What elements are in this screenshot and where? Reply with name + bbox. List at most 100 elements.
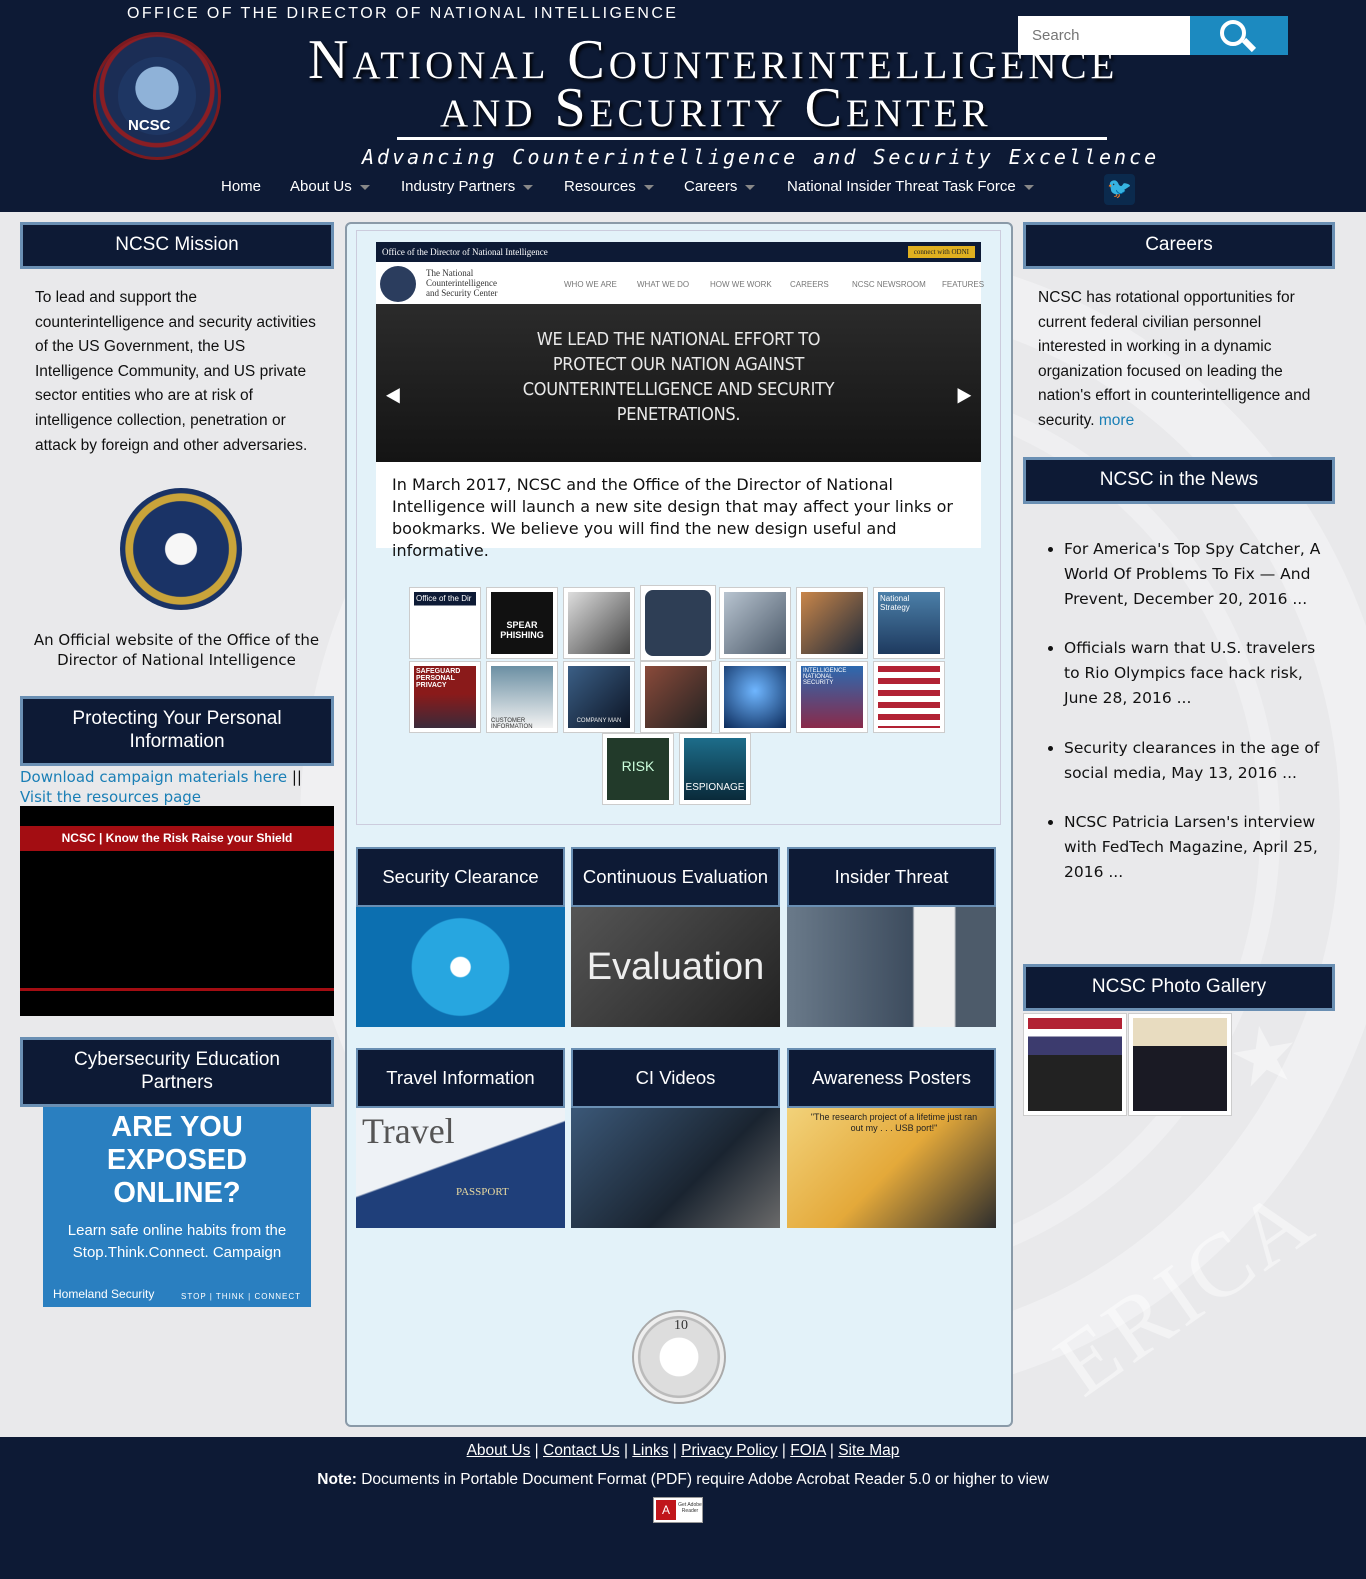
pdf-note: Note: Documents in Portable Document For… (0, 1471, 1366, 1489)
thumbnail[interactable]: SAFEGUARD PERSONAL PRIVACY (409, 661, 481, 733)
slider-prev-icon[interactable]: ◀ (386, 382, 400, 407)
thumb-image (724, 592, 786, 654)
footer-privacy-policy[interactable]: Privacy Policy (681, 1442, 777, 1459)
title-divider (397, 137, 1107, 140)
thumb-image: INTELLIGENCE NATIONAL SECURITY (801, 666, 863, 728)
gallery-photo[interactable] (1023, 1013, 1127, 1116)
thumb-image: SPEAR PHISHING (491, 592, 553, 654)
photo-gallery-heading: NCSC Photo Gallery (1023, 964, 1335, 1011)
nav-industry-partners[interactable]: Industry Partners (401, 178, 534, 195)
thumbnail[interactable] (719, 587, 791, 659)
footer-site-map[interactable]: Site Map (838, 1442, 899, 1459)
twitter-icon[interactable]: 🐦 (1104, 174, 1135, 205)
nav-home[interactable]: Home (221, 178, 261, 195)
thumb-image: RISK (607, 738, 669, 800)
slide-nav-item: HOW WE WORK (710, 280, 772, 289)
footer-contact-us[interactable]: Contact Us (543, 1442, 620, 1459)
thumbnail[interactable]: INTELLIGENCE NATIONAL SECURITY (796, 661, 868, 733)
thumbnail[interactable] (719, 661, 791, 733)
resources-page-link[interactable]: Visit the resources page (20, 788, 201, 806)
nav-home-label: Home (221, 178, 262, 195)
careers-description: NCSC has rotational opportunities for cu… (1038, 289, 1311, 429)
search-input[interactable] (1018, 16, 1190, 55)
gallery-image (1028, 1018, 1122, 1111)
gallery-photo[interactable] (1128, 1013, 1232, 1116)
note-text: Documents in Portable Document Format (P… (361, 1471, 1049, 1488)
thumbnail[interactable]: CUSTOMER INFORMATION (486, 661, 558, 733)
featured-slide[interactable]: Office of the Director of National Intel… (376, 242, 985, 560)
gallery-image (1133, 1018, 1227, 1111)
tile-continuous-evaluation[interactable]: Continuous Evaluation (571, 847, 780, 907)
tile-travel-information[interactable]: Travel Information (356, 1048, 565, 1108)
news-item[interactable]: For America's Top Spy Catcher, A World O… (1064, 537, 1324, 611)
chevron-down-icon (1023, 184, 1034, 190)
odni-seal[interactable] (120, 488, 242, 610)
odni-label: OFFICE OF THE DIRECTOR OF NATIONAL INTEL… (127, 5, 679, 22)
link-separator: || (291, 768, 302, 786)
stop-think-connect-ad[interactable]: ARE YOU EXPOSED ONLINE? Learn safe onlin… (43, 1107, 311, 1307)
slide-logo (380, 266, 416, 302)
slide-hero-text: WE LEAD THE NATIONAL EFFORT TO PROTECT O… (522, 329, 835, 425)
dhs-label: Homeland Security (53, 1287, 155, 1301)
slide-site-name: The National Counterintelligence and Sec… (426, 268, 498, 298)
thumbnail[interactable]: National Strategy (873, 587, 945, 659)
nav-insider-threat-task-force[interactable]: National Insider Threat Task Force (787, 178, 1034, 195)
thumbnail[interactable] (640, 585, 716, 661)
thumbnail[interactable] (796, 587, 868, 659)
search-box (1018, 16, 1288, 55)
thumbnail[interactable]: Office of the Dir (409, 587, 481, 659)
nav-careers[interactable]: Careers (684, 178, 756, 195)
travel-image-text: Travel (362, 1111, 455, 1151)
footer-foia[interactable]: FOIA (790, 1442, 825, 1459)
slide-top-bar: Office of the Director of National Intel… (376, 242, 981, 262)
slide-hero: ◀ WE LEAD THE NATIONAL EFFORT TO PROTECT… (376, 304, 981, 462)
slider-next-icon[interactable]: ▶ (957, 382, 971, 407)
poster-quote: "The research project of a lifetime just… (810, 1112, 978, 1133)
careers-more-link[interactable]: more (1099, 412, 1134, 429)
security-clearance-image[interactable] (356, 907, 565, 1027)
ad-footer: Homeland Security STOP | THINK | CONNECT (53, 1287, 301, 1301)
tile-security-clearance[interactable]: Security Clearance (356, 847, 565, 907)
site-footer: About Us | Contact Us | Links | Privacy … (0, 1437, 1366, 1579)
thumbnail[interactable]: COMPANY MAN (563, 661, 635, 733)
nav-resources[interactable]: Resources (564, 178, 654, 195)
adobe-reader-button[interactable]: A Get Adobe Reader (653, 1497, 703, 1523)
news-item[interactable]: NCSC Patricia Larsen's interview with Fe… (1064, 810, 1324, 884)
footer-links-page[interactable]: Links (632, 1442, 668, 1459)
tile-ci-videos[interactable]: CI Videos (571, 1048, 780, 1108)
travel-information-image[interactable]: Travel PASSPORT (356, 1108, 565, 1228)
careers-text: NCSC has rotational opportunities for cu… (1038, 286, 1328, 434)
slide-top-text: Office of the Director of National Intel… (382, 247, 548, 257)
news-item[interactable]: Officials warn that U.S. travelers to Ri… (1064, 636, 1324, 710)
insider-threat-image[interactable] (787, 907, 996, 1027)
chevron-down-icon (359, 184, 370, 190)
site-header: OFFICE OF THE DIRECTOR OF NATIONAL INTEL… (0, 0, 1366, 212)
continuous-evaluation-image[interactable]: Evaluation (571, 907, 780, 1027)
thumbnail[interactable] (563, 587, 635, 659)
search-button[interactable] (1190, 16, 1288, 55)
tile-insider-threat[interactable]: Insider Threat (787, 847, 996, 907)
campaign-video[interactable]: NCSC | Know the Risk Raise your Shield (20, 806, 334, 1016)
thumbnail[interactable] (873, 661, 945, 733)
careers-heading: Careers (1023, 222, 1335, 269)
thumb-label: National Strategy (880, 594, 910, 612)
thumbnail[interactable]: RISK (602, 733, 674, 805)
thumbnail[interactable] (640, 661, 712, 733)
download-campaign-link[interactable]: Download campaign materials here (20, 768, 287, 786)
thumbnail[interactable]: SPEAR PHISHING (486, 587, 558, 659)
ci-videos-image[interactable] (571, 1108, 780, 1228)
news-list: For America's Top Spy Catcher, A World O… (1044, 537, 1324, 910)
slide-nav-item: FEATURES (942, 280, 985, 289)
awareness-posters-image[interactable]: "The research project of a lifetime just… (787, 1108, 996, 1228)
cyber-education-heading: Cybersecurity Education Partners (20, 1037, 334, 1107)
nav-careers-label: Careers (684, 178, 738, 195)
ncsc-logo[interactable]: NCSC (93, 32, 221, 160)
odni-10-year-seal: 10 (632, 1310, 726, 1404)
thumbnail[interactable]: ESPIONAGE (679, 733, 751, 805)
news-item[interactable]: Security clearances in the age of social… (1064, 736, 1324, 786)
nav-about-us[interactable]: About Us (290, 178, 370, 195)
footer-about-us[interactable]: About Us (467, 1442, 531, 1459)
thumb-image (645, 590, 711, 656)
thumb-label: RISK (621, 758, 655, 774)
tile-awareness-posters[interactable]: Awareness Posters (787, 1048, 996, 1108)
